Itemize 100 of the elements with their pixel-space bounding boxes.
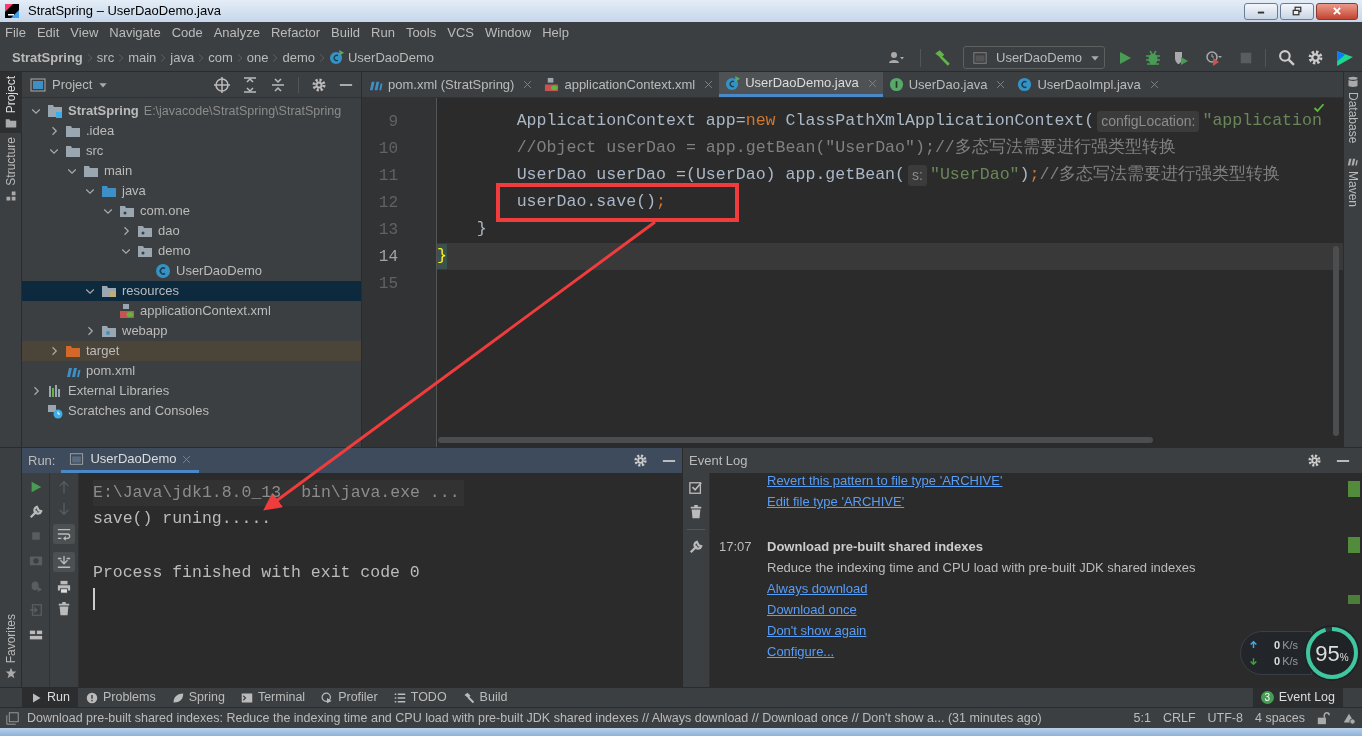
tool-window-button[interactable]: Spring	[163, 688, 233, 707]
close-icon[interactable]	[704, 80, 714, 89]
editor-tab[interactable]: UserDaoImpl.java	[1011, 72, 1165, 97]
breadcrumb-item[interactable]: java	[170, 47, 195, 68]
menu-item[interactable]: File	[5, 23, 26, 43]
locate-icon[interactable]	[214, 76, 230, 93]
wrench-icon[interactable]	[28, 505, 43, 519]
side-tab[interactable]: Database	[1344, 76, 1362, 144]
tree-item[interactable]: applicationContext.xml	[22, 301, 361, 321]
expand-all-icon[interactable]	[242, 76, 258, 93]
panel-title-dropdown[interactable]: Project	[30, 74, 109, 95]
tree-item[interactable]: pom.xml	[22, 361, 361, 381]
breadcrumb-item[interactable]: main	[128, 47, 157, 68]
close-icon[interactable]	[996, 80, 1006, 89]
menu-item[interactable]: Analyze	[213, 23, 260, 43]
event-link[interactable]: Always download	[767, 578, 868, 599]
editor-tab[interactable]: UserDaoDemo.java	[719, 72, 883, 97]
mark-read-icon[interactable]	[689, 481, 703, 495]
tree-item[interactable]: resources	[22, 281, 361, 301]
tree-item[interactable]: External Libraries	[22, 381, 361, 401]
close-icon[interactable]	[1149, 80, 1159, 89]
tool-window-button[interactable]: TODO	[385, 688, 455, 707]
minimize-button[interactable]	[1244, 2, 1278, 20]
status-item[interactable]: 5:1	[1133, 708, 1151, 728]
status-item[interactable]: UTF-8	[1207, 708, 1243, 728]
inspector-icon[interactable]	[1342, 711, 1356, 725]
menu-item[interactable]: Build	[331, 23, 360, 43]
settings-icon[interactable]	[633, 453, 648, 468]
tree-item[interactable]: target	[22, 341, 361, 361]
event-link[interactable]: Download once	[767, 599, 857, 620]
close-button[interactable]	[1316, 2, 1358, 20]
status-item[interactable]: 4 spaces	[1254, 708, 1305, 728]
editor-tab[interactable]: applicationContext.xml	[538, 72, 720, 97]
editor-tab[interactable]: UserDao.java	[882, 72, 1012, 97]
menu-item[interactable]: Edit	[36, 23, 60, 43]
tool-window-button[interactable]: Terminal	[232, 688, 314, 707]
menu-item[interactable]: Refactor	[270, 23, 321, 43]
side-tab[interactable]: Favorites	[1, 613, 20, 679]
breadcrumb-item[interactable]: one	[246, 47, 269, 68]
tree-item[interactable]: java	[22, 181, 361, 201]
breadcrumb-item[interactable]: StratSpring	[12, 47, 83, 68]
vertical-scrollbar[interactable]	[1333, 246, 1339, 436]
breadcrumb-item[interactable]: demo	[282, 47, 315, 68]
menu-item[interactable]: Window	[484, 23, 532, 43]
tree-item[interactable]: com.one	[22, 201, 361, 221]
coverage-icon[interactable]	[1173, 49, 1189, 66]
breadcrumb-item[interactable]: UserDaoDemo	[329, 47, 434, 68]
close-icon[interactable]	[523, 80, 533, 89]
menu-item[interactable]: Tools	[405, 23, 437, 43]
tree-item[interactable]: StratSpring E:\javacode\StratSpring\StratSpring	[22, 101, 361, 121]
tree-item[interactable]: src	[22, 141, 361, 161]
tool-window-button[interactable]: Problems	[77, 688, 164, 707]
tree-item[interactable]: dao	[22, 221, 361, 241]
event-link[interactable]: Configure...	[767, 641, 835, 662]
tool-window-button[interactable]: Build	[454, 688, 516, 707]
panel-toggle-icon[interactable]	[6, 711, 19, 725]
status-item[interactable]: CRLF	[1162, 708, 1196, 728]
app-logo-icon[interactable]	[1336, 48, 1354, 67]
tree-item[interactable]: webapp	[22, 321, 361, 341]
breadcrumb-item[interactable]: com	[208, 47, 233, 68]
tool-window-button[interactable]: Profiler	[313, 688, 386, 707]
event-link[interactable]: Don't show again	[767, 620, 867, 641]
editor-tab[interactable]: pom.xml (StratSpring)	[362, 72, 539, 97]
menu-item[interactable]: VCS	[447, 23, 474, 43]
tree-item[interactable]: main	[22, 161, 361, 181]
menu-item[interactable]: Run	[371, 23, 395, 43]
run-configuration-dropdown[interactable]: UserDaoDemo	[963, 46, 1105, 69]
print-icon[interactable]	[57, 580, 71, 594]
trash-icon[interactable]	[689, 505, 703, 519]
search-icon[interactable]	[1278, 49, 1295, 66]
tree-item[interactable]: demo	[22, 241, 361, 261]
tree-item[interactable]: UserDaoDemo	[22, 261, 361, 281]
side-tab[interactable]: Project	[0, 72, 22, 134]
side-tab[interactable]: Maven	[1344, 155, 1362, 208]
settings-icon[interactable]	[1307, 453, 1322, 468]
menu-item[interactable]: Code	[171, 23, 203, 43]
wrench-icon[interactable]	[689, 540, 703, 554]
restore-button[interactable]	[1280, 2, 1314, 20]
run-icon[interactable]	[1117, 49, 1133, 66]
soft-wrap-toggle[interactable]	[53, 524, 75, 544]
layout-icon[interactable]	[28, 628, 43, 642]
tree-item[interactable]: .idea	[22, 121, 361, 141]
collapse-all-icon[interactable]	[270, 76, 286, 93]
unlock-icon[interactable]	[1317, 711, 1330, 725]
scroll-to-end-toggle[interactable]	[53, 552, 75, 572]
event-link[interactable]: Edit file type 'ARCHIVE'	[767, 491, 905, 512]
bug-icon[interactable]	[1145, 49, 1161, 66]
event-link[interactable]: Revert this pattern to file type 'ARCHIVE'	[767, 473, 1003, 491]
side-tab[interactable]: Structure	[0, 133, 22, 207]
horizontal-scrollbar[interactable]	[438, 437, 1153, 443]
trash-icon[interactable]	[57, 602, 71, 616]
menu-item[interactable]: Navigate	[109, 23, 161, 43]
tool-window-button[interactable]: Run	[22, 688, 78, 707]
menu-item[interactable]: View	[70, 23, 99, 43]
settings-icon[interactable]	[311, 76, 327, 93]
tree-item[interactable]: Scratches and Consoles	[22, 401, 361, 421]
settings-icon[interactable]	[1307, 49, 1324, 66]
event-log-button[interactable]: 3 Event Log	[1252, 688, 1343, 707]
hammer-icon[interactable]	[933, 48, 951, 67]
close-icon[interactable]	[182, 454, 192, 464]
